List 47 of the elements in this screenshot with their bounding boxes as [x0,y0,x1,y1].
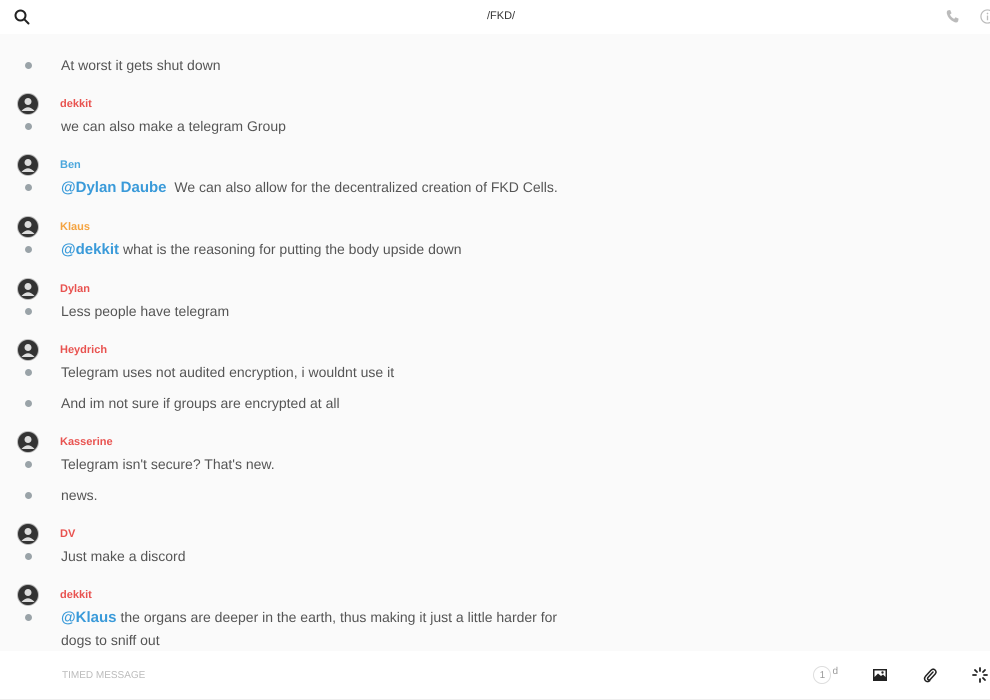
bullet-dot [25,461,32,468]
mention-link[interactable]: @Dylan Daube [61,179,166,196]
bullet-dot [25,614,32,621]
mention-link[interactable]: @dekkit [61,241,119,258]
avatar[interactable] [17,523,39,545]
avatar[interactable] [17,216,39,238]
bullet-dot [25,123,32,130]
avatar[interactable] [17,431,39,453]
message-text: Less people have telegram [61,302,230,321]
message-text: we can also make a telegram Group [61,117,286,136]
author-name[interactable]: Klaus [60,221,90,233]
spinner-icon[interactable] [972,667,988,683]
author-name[interactable]: Heydrich [60,344,108,356]
mention-link[interactable]: @Klaus [61,609,116,626]
message-text: news. [61,486,98,505]
message-text: @Klaus the organs are deeper in the earth, thus making it just a little harder for dogs to sniff out [61,608,558,650]
channel-title: /FKD/ [487,10,516,22]
author-name[interactable]: dekkit [60,98,92,110]
bullet-dot [25,400,32,407]
author-name[interactable]: Dylan [60,283,90,295]
avatar[interactable] [17,154,39,176]
avatar[interactable] [17,339,39,361]
avatar[interactable] [17,278,39,300]
author-name[interactable]: dekkit [60,589,92,601]
bullet-dot [25,308,32,315]
author-name[interactable]: Kasserine [60,436,113,448]
bullet-dot [25,184,32,191]
bullet-dot [25,62,32,69]
avatar[interactable] [17,584,39,606]
message-text: And im not sure if groups are encrypted at all [61,394,340,413]
message-text: @dekkit what is the reasoning for putting the body upside down [61,240,462,260]
bullet-dot [25,246,32,253]
image-icon[interactable] [872,667,888,683]
message-input[interactable]: TIMED MESSAGE [60,668,664,682]
author-name[interactable]: DV [60,528,76,540]
message-text: Telegram uses not audited encryption, i wouldnt use it [61,363,394,382]
bullet-dot [25,553,32,560]
message-text: Just make a discord [61,547,186,566]
paperclip-icon[interactable] [922,667,938,683]
search-icon[interactable] [14,9,30,25]
bullet-dot [25,492,32,499]
message-text: At worst it gets shut down [61,56,221,75]
author-name[interactable]: Ben [60,159,81,171]
avatar[interactable] [17,93,39,115]
message-text: Telegram isn't secure? That's new. [61,455,275,474]
bullet-dot [25,369,32,376]
message-text: @Dylan Daube We can also allow for the decentralized creation of FKD Cells. [61,178,558,198]
